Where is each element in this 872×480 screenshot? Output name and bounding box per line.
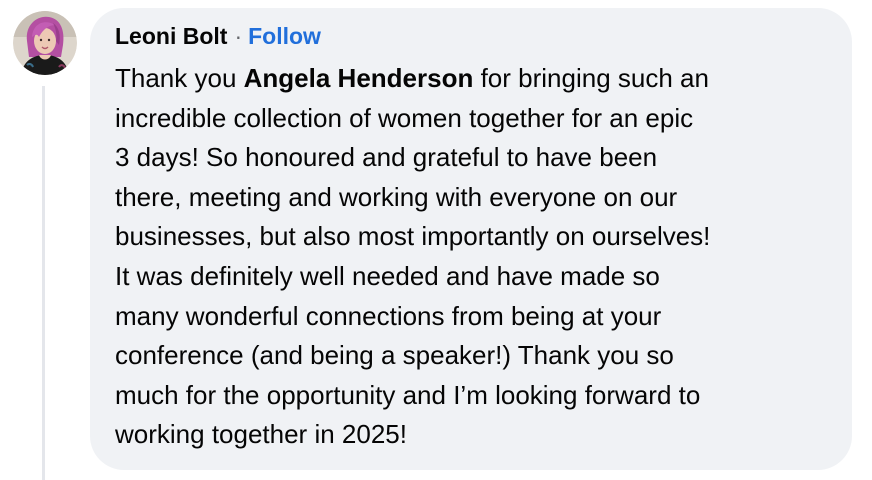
comment-line: many wonderful connections from being at… [115,300,662,331]
header-separator: · [234,23,243,49]
comment-line: It was definitely well needed and have m… [115,260,660,291]
comment-line: much for the opportunity and I’m looking… [115,379,701,410]
profile-photo-icon [13,11,77,75]
comment-author-name[interactable]: Leoni Bolt [115,23,227,50]
follow-button[interactable]: Follow [248,23,321,50]
reply-thread-line [42,86,45,480]
comment-text-intro: Thank you [115,63,244,93]
comment-line: businesses, but also most importantly on… [115,221,711,252]
comment-line: incredible collection of women together … [115,102,694,133]
comment-line: 3 days! So honoured and grateful to have… [115,142,658,173]
comment-line: conference (and being a speaker!) Thank … [115,340,674,371]
comment-line-1: Thank you Angela Henderson for bringing … [115,59,828,99]
comment-text-continued: for bringing such an [473,63,709,93]
comment-text: Thank you Angela Henderson for bringing … [115,59,828,455]
comment-line: working together in 2025! [115,419,407,450]
comment-header: Leoni Bolt · Follow [115,23,828,55]
comment-line: there, meeting and working with everyone… [115,181,678,212]
avatar[interactable] [13,11,77,75]
mention-link[interactable]: Angela Henderson [244,63,474,93]
comment-bubble: Leoni Bolt · Follow Thank you Angela Hen… [90,8,852,470]
